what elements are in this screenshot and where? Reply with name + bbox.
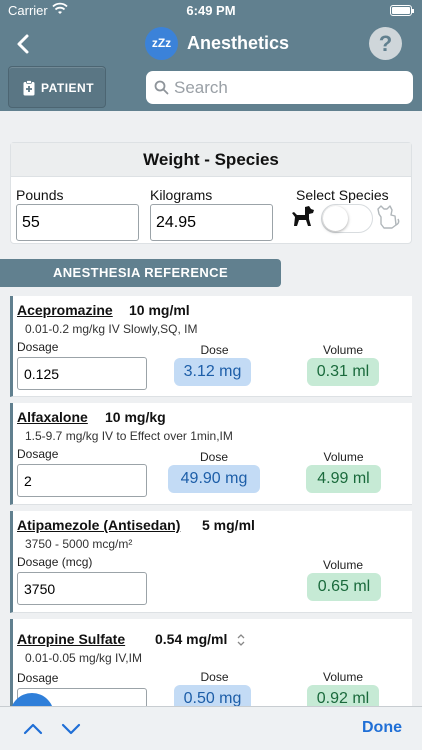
cat-icon [375,203,401,234]
clock: 6:49 PM [186,3,236,18]
volume-value: 4.99 ml [306,465,381,493]
volume-label: Volume [322,558,364,572]
volume-value: 0.31 ml [307,358,379,386]
drug-dose-range: 3750 - 5000 mcg/m² [25,537,133,551]
dog-icon [291,205,315,232]
patient-button[interactable]: PATIENT [8,66,106,108]
drug-name[interactable]: Atipamezole (Antisedan) [17,517,180,533]
battery-icon [390,5,414,16]
drug-card: Acepromazine 10 mg/ml 0.01-0.2 mg/kg IV … [10,296,412,397]
drug-name[interactable]: Alfaxalone [17,409,88,425]
chevron-up-icon[interactable] [22,718,44,740]
dose-value: 49.90 mg [168,465,260,493]
volume-label: Volume [323,450,364,464]
drug-card: Alfaxalone 10 mg/kg 1.5-9.7 mg/kg IV to … [10,403,412,505]
toolbar: PATIENT [0,66,422,111]
dose-value: 0.50 mg [174,685,251,706]
dosage-input[interactable] [17,464,147,497]
volume-value: 0.92 ml [307,685,379,706]
volume-value: 0.65 ml [307,573,381,601]
volume-label: Volume [322,343,364,357]
patient-button-label: PATIENT [41,81,95,95]
dosage-input[interactable] [17,572,147,605]
weight-species-header: Weight - Species [11,143,411,177]
select-species-label: Select Species [296,187,389,203]
weight-species-card: Weight - Species Pounds Kilograms Select… [10,142,412,244]
search-bar[interactable] [146,71,413,104]
sort-icon[interactable] [236,632,246,653]
dose-label: Dose [200,343,229,357]
dosage-label: Dosage [17,447,59,461]
drug-concentration: 5 mg/ml [202,517,255,533]
drug-card: Atropine Sulfate 0.54 mg/ml 0.01-0.05 mg… [10,619,412,706]
chevron-left-icon [17,34,29,54]
search-icon [154,80,169,100]
dose-label: Dose [199,450,228,464]
kilograms-label: Kilograms [150,187,213,203]
volume-label: Volume [322,670,364,684]
dose-value: 3.12 mg [174,358,251,386]
drug-concentration: 10 mg/kg [105,409,166,425]
drug-concentration: 0.54 mg/ml [155,631,228,647]
drug-dose-range: 0.01-0.05 mg/kg IV,IM [25,651,142,665]
keyboard-toolbar: Done [0,706,422,750]
drug-name[interactable]: Atropine Sulfate [17,631,125,647]
dosage-label: Dosage (mcg) [17,555,93,569]
anesthesia-reference-header: ANESTHESIA REFERENCE [0,259,281,287]
dosage-label: Dosage [17,340,59,354]
drug-concentration: 10 mg/ml [129,302,190,318]
drug-name[interactable]: Acepromazine [17,302,113,318]
page-title: Anesthetics [187,33,290,53]
species-toggle[interactable] [321,204,373,233]
sleep-icon: zZz [145,27,178,60]
help-button[interactable]: ? [369,27,402,60]
kilograms-input[interactable] [150,204,273,241]
pounds-label: Pounds [16,187,64,203]
drug-dose-range: 1.5-9.7 mg/kg IV to Effect over 1min,IM [25,429,233,443]
dosage-input[interactable] [17,357,147,390]
chevron-down-icon[interactable] [60,718,82,740]
dose-label: Dose [200,670,229,684]
pounds-input[interactable] [16,204,139,241]
done-button[interactable]: Done [362,719,402,737]
clipboard-icon [23,80,35,99]
search-input[interactable] [174,75,404,100]
drug-dose-range: 0.01-0.2 mg/kg IV Slowly,SQ, IM [25,322,198,336]
dosage-label: Dosage [17,671,59,685]
nav-bar: zZz Anesthetics ? [0,22,422,66]
drug-list[interactable]: Acepromazine 10 mg/ml 0.01-0.2 mg/kg IV … [10,296,412,706]
status-bar: Carrier 6:49 PM [0,0,422,22]
drug-card: Atipamezole (Antisedan) 5 mg/ml 3750 - 5… [10,511,412,613]
back-button[interactable] [12,30,36,58]
